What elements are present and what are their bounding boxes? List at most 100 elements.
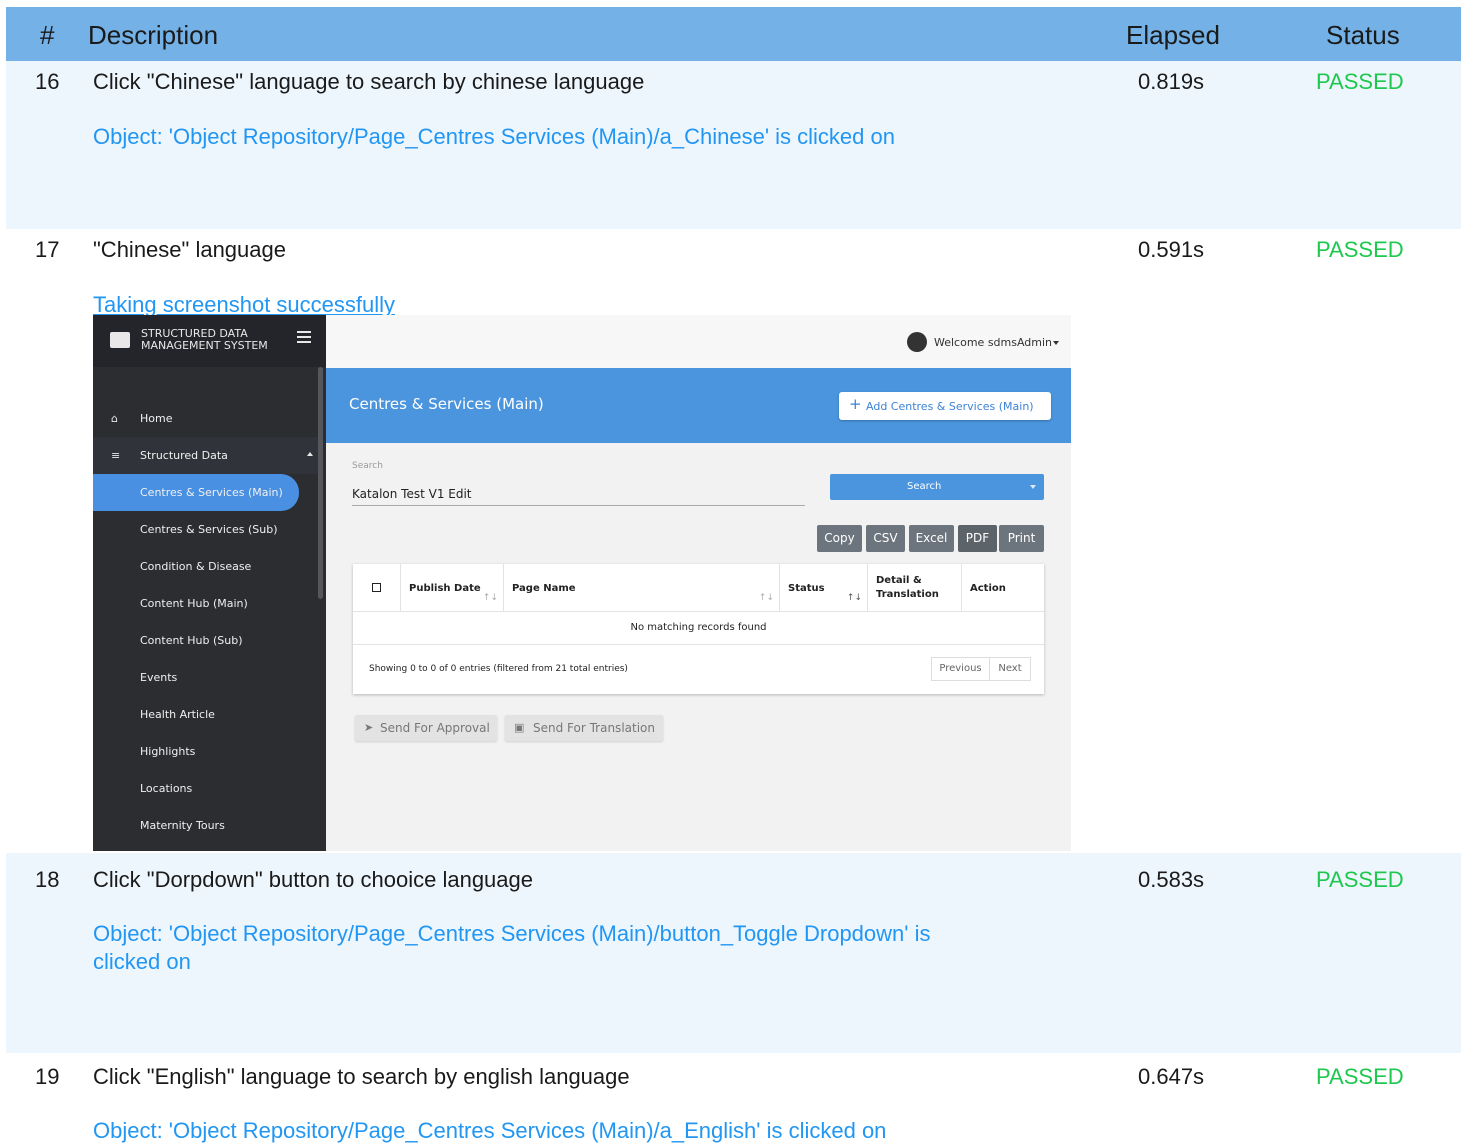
step-number: 16 bbox=[35, 69, 60, 94]
database-icon: ≡ bbox=[111, 449, 121, 462]
sidebar-scrollbar[interactable] bbox=[318, 367, 323, 599]
step-number: 19 bbox=[35, 1064, 60, 1089]
sidebar-item-centres-services-main[interactable]: Centres & Services (Main) bbox=[93, 474, 299, 511]
step-elapsed: 0.647s bbox=[1138, 1064, 1205, 1089]
copy-button[interactable]: Copy bbox=[817, 525, 862, 552]
pdf-button[interactable]: PDF bbox=[958, 525, 997, 552]
step-status: PASSED bbox=[1316, 69, 1404, 94]
brand-title: STRUCTURED DATA MANAGEMENT SYSTEM bbox=[141, 327, 268, 352]
sidebar-item-label: Centres & Services (Sub) bbox=[140, 523, 278, 536]
step-elapsed: 0.583s bbox=[1138, 867, 1205, 892]
report-header: # Description Elapsed Status bbox=[6, 7, 1461, 61]
home-icon: ⌂ bbox=[111, 412, 118, 425]
step-message: Object: 'Object Repository/Page_Centres … bbox=[93, 1118, 887, 1143]
select-all-header[interactable] bbox=[353, 564, 401, 611]
step-status: PASSED bbox=[1316, 867, 1404, 892]
next-button[interactable]: Next bbox=[989, 657, 1031, 681]
sidebar-item-label: Centres & Services (Main) bbox=[140, 486, 283, 499]
folder-gear-icon bbox=[110, 332, 130, 348]
empty-message: No matching records found bbox=[630, 622, 767, 633]
search-label: Search bbox=[352, 461, 383, 471]
step-status: PASSED bbox=[1316, 237, 1404, 262]
step-description: Click "English" language to search by en… bbox=[93, 1064, 630, 1089]
divider bbox=[353, 644, 1044, 645]
search-input[interactable] bbox=[352, 478, 805, 506]
sort-icon: ↑↓ bbox=[846, 593, 862, 603]
sidebar-item-centres-services-sub[interactable]: Centres & Services (Sub) bbox=[93, 511, 318, 548]
action-label: Action bbox=[970, 583, 1006, 594]
step-description: Click "Chinese" language to search by ch… bbox=[93, 69, 645, 94]
excel-button[interactable]: Excel bbox=[909, 525, 954, 552]
menu-icon[interactable] bbox=[297, 331, 311, 344]
previous-button[interactable]: Previous bbox=[931, 657, 990, 681]
column-detail-translation: Detail & Translation bbox=[868, 564, 962, 611]
sidebar-item-home[interactable]: ⌂ Home bbox=[93, 400, 318, 437]
send-for-approval-button[interactable]: ➤ Send For Approval bbox=[355, 715, 497, 741]
step-description: "Chinese" language bbox=[93, 237, 286, 262]
chevron-down-icon[interactable] bbox=[1053, 341, 1059, 345]
sidebar-item-label: Condition & Disease bbox=[140, 560, 252, 573]
divider bbox=[353, 611, 1044, 612]
column-header-elapsed: Elapsed bbox=[1126, 20, 1220, 50]
sidebar-item-label: Locations bbox=[140, 782, 193, 795]
column-header-number: # bbox=[40, 20, 55, 50]
step-message: clicked on bbox=[93, 949, 191, 974]
records-table: Publish Date ↑↓ Page Name ↑↓ Status ↑↓ D… bbox=[353, 564, 1044, 694]
column-header-status: Status bbox=[1326, 20, 1400, 50]
brand: STRUCTURED DATA MANAGEMENT SYSTEM bbox=[93, 315, 326, 367]
sidebar-item-highlights[interactable]: Highlights bbox=[93, 733, 318, 770]
sidebar-item-label: Structured Data bbox=[140, 449, 228, 462]
toggle-dropdown-icon[interactable] bbox=[1030, 485, 1036, 489]
search-button[interactable]: Search bbox=[830, 474, 1044, 500]
sort-icon: ↑↓ bbox=[482, 593, 498, 603]
search-button-label: Search bbox=[907, 481, 942, 492]
plus-icon: + bbox=[849, 395, 862, 413]
csv-button[interactable]: CSV bbox=[866, 525, 905, 552]
sidebar-item-label: Highlights bbox=[140, 745, 196, 758]
user-avatar-icon[interactable] bbox=[907, 332, 927, 352]
sidebar-item-label: Events bbox=[140, 671, 178, 684]
sidebar-item-label: Content Hub (Sub) bbox=[140, 634, 243, 647]
add-button-label: Add Centres & Services (Main) bbox=[866, 400, 1034, 413]
column-status[interactable]: Status ↑↓ bbox=[780, 564, 868, 611]
select-all-checkbox[interactable] bbox=[372, 583, 381, 592]
user-menu[interactable]: Welcome sdmsAdmin bbox=[934, 336, 1052, 349]
sidebar-item-condition-disease[interactable]: Condition & Disease bbox=[93, 548, 318, 585]
column-page-name[interactable]: Page Name ↑↓ bbox=[504, 564, 780, 611]
sidebar-item-content-hub-sub[interactable]: Content Hub (Sub) bbox=[93, 622, 318, 659]
page-banner: Centres & Services (Main) + Add Centres … bbox=[326, 368, 1071, 443]
column-action: Action bbox=[962, 564, 1044, 611]
translate-icon: ▣ bbox=[514, 721, 525, 734]
column-publish-date[interactable]: Publish Date ↑↓ bbox=[401, 564, 504, 611]
sidebar-item-events[interactable]: Events bbox=[93, 659, 318, 696]
sidebar: STRUCTURED DATA MANAGEMENT SYSTEM ⌂ Home… bbox=[93, 315, 326, 851]
sort-icon: ↑↓ bbox=[758, 593, 774, 603]
sidebar-item-maternity-tours[interactable]: Maternity Tours bbox=[93, 807, 318, 844]
print-button[interactable]: Print bbox=[999, 525, 1044, 552]
embedded-screenshot: STRUCTURED DATA MANAGEMENT SYSTEM ⌂ Home… bbox=[93, 315, 1071, 851]
send-approval-label: Send For Approval bbox=[380, 721, 490, 735]
translation-line: Translation bbox=[876, 589, 939, 600]
send-for-translation-button[interactable]: ▣ Send For Translation bbox=[505, 715, 663, 741]
sidebar-item-label: Home bbox=[140, 412, 173, 425]
sidebar-item-locations[interactable]: Locations bbox=[93, 770, 318, 807]
status-label: Status bbox=[788, 583, 825, 594]
step-description: Click "Dorpdown" button to chooice langu… bbox=[93, 867, 533, 892]
sidebar-item-label: Maternity Tours bbox=[140, 819, 225, 832]
column-header-description: Description bbox=[88, 20, 219, 50]
add-centres-services-button[interactable]: + Add Centres & Services (Main) bbox=[839, 392, 1051, 420]
sidebar-item-content-hub-main[interactable]: Content Hub (Main) bbox=[93, 585, 318, 622]
step-elapsed: 0.591s bbox=[1138, 237, 1205, 262]
detail-translation-label: Detail & Translation bbox=[876, 574, 939, 602]
send-translation-label: Send For Translation bbox=[533, 721, 655, 735]
page-name-label: Page Name bbox=[512, 583, 576, 594]
step-elapsed: 0.819s bbox=[1138, 69, 1205, 94]
step-message: Object: 'Object Repository/Page_Centres … bbox=[93, 124, 895, 149]
paper-plane-icon: ➤ bbox=[364, 721, 374, 734]
sidebar-item-structured-data[interactable]: ≡ Structured Data bbox=[93, 437, 318, 474]
table-info: Showing 0 to 0 of 0 entries (filtered fr… bbox=[369, 664, 628, 674]
top-bar: Welcome sdmsAdmin bbox=[326, 315, 1071, 368]
step-message: Object: 'Object Repository/Page_Centres … bbox=[93, 921, 931, 946]
detail-line: Detail & bbox=[876, 575, 922, 586]
sidebar-item-health-article[interactable]: Health Article bbox=[93, 696, 318, 733]
